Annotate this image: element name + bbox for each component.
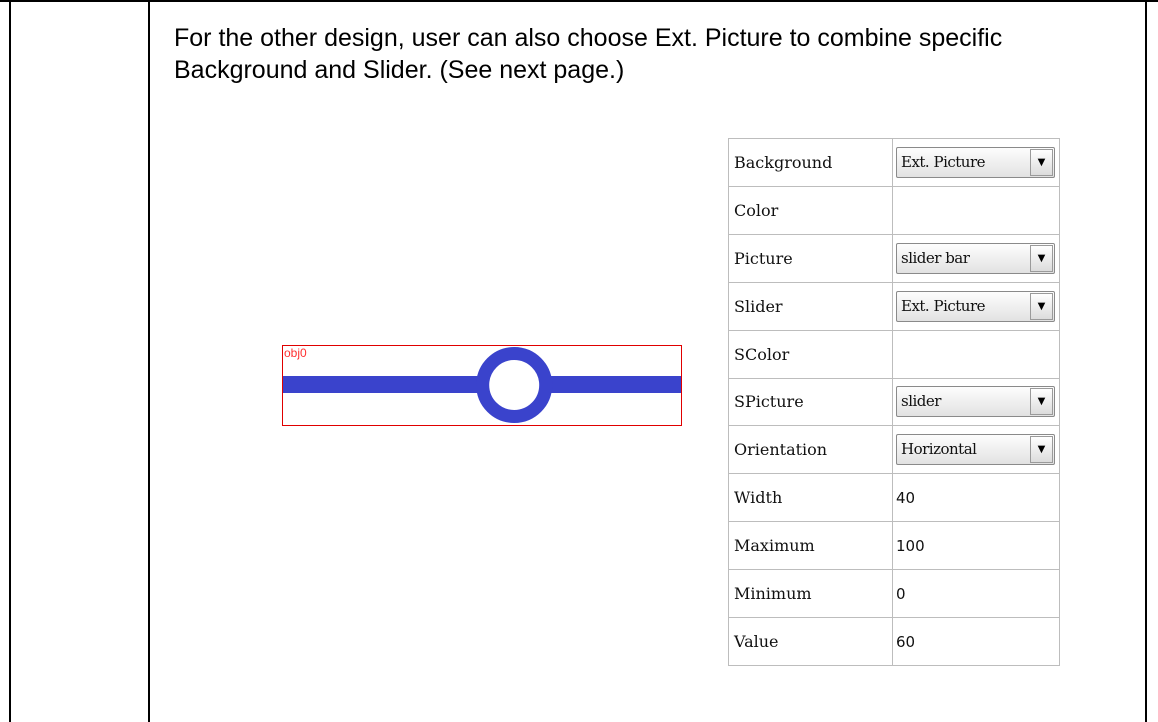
property-name: Picture	[728, 233, 893, 283]
property-name: Slider	[728, 281, 893, 331]
property-name: Minimum	[728, 569, 893, 619]
chevron-down-icon[interactable]: ▼	[1030, 148, 1053, 176]
property-dropdown[interactable]: slider bar ▼	[896, 242, 1055, 274]
property-dropdown[interactable]: Ext. Picture ▼	[896, 290, 1055, 322]
property-row: Orientation Horizontal ▼	[728, 425, 1060, 475]
property-value: 0	[896, 585, 906, 604]
property-value-cell: slider bar ▼	[892, 233, 1060, 283]
property-value-cell: slider ▼	[892, 377, 1060, 427]
slider-graphic	[283, 347, 681, 423]
description-text: For the other design, user can also choo…	[174, 24, 1003, 84]
property-value-cell: Horizontal ▼	[892, 425, 1060, 475]
property-value-cell: Ext. Picture ▼	[892, 138, 1060, 187]
property-dropdown[interactable]: Ext. Picture ▼	[896, 146, 1055, 178]
dropdown-value: Ext. Picture	[901, 296, 986, 315]
slider-preview[interactable]: obj0	[282, 345, 682, 426]
chevron-down-icon[interactable]: ▼	[1030, 244, 1053, 272]
property-value-cell[interactable]: 40	[892, 473, 1060, 523]
property-dropdown[interactable]: slider ▼	[896, 386, 1055, 418]
property-row: Value 60	[728, 617, 1060, 666]
property-row: SColor	[728, 329, 1060, 379]
property-row: SPicture slider ▼	[728, 377, 1060, 427]
property-value-cell[interactable]	[892, 185, 1060, 235]
property-name: Value	[728, 617, 893, 666]
property-name: Orientation	[728, 425, 893, 475]
property-value-cell[interactable]: 60	[892, 617, 1060, 666]
property-name: SPicture	[728, 377, 893, 427]
frame-left-border	[9, 0, 11, 722]
slider-knob[interactable]	[476, 347, 553, 423]
property-name: Background	[728, 138, 893, 187]
property-row: Color	[728, 185, 1060, 235]
chevron-down-icon[interactable]: ▼	[1030, 436, 1053, 464]
property-name: Maximum	[728, 521, 893, 571]
property-row: Maximum 100	[728, 521, 1060, 571]
property-value-cell[interactable]: 100	[892, 521, 1060, 571]
property-name: SColor	[728, 329, 893, 379]
chevron-down-icon[interactable]: ▼	[1030, 292, 1053, 320]
frame-top-border	[0, 0, 1158, 2]
property-row: Picture slider bar ▼	[728, 233, 1060, 283]
dropdown-value: slider bar	[901, 248, 970, 267]
property-name: Color	[728, 185, 893, 235]
dropdown-value: Horizontal	[901, 440, 977, 459]
property-row: Width 40	[728, 473, 1060, 523]
property-row: Background Ext. Picture ▼	[728, 138, 1060, 187]
property-value: 100	[896, 537, 925, 556]
property-value-cell[interactable]	[892, 329, 1060, 379]
property-table: Background Ext. Picture ▼ Color Picture slide…	[728, 138, 1060, 666]
property-value: 60	[896, 633, 916, 652]
property-row: Slider Ext. Picture ▼	[728, 281, 1060, 331]
property-value-cell[interactable]: 0	[892, 569, 1060, 619]
property-name: Width	[728, 473, 893, 523]
property-value: 40	[896, 489, 916, 508]
column-divider	[148, 0, 150, 722]
chevron-down-icon[interactable]: ▼	[1030, 388, 1053, 416]
property-row: Minimum 0	[728, 569, 1060, 619]
dropdown-value: Ext. Picture	[901, 152, 986, 171]
property-dropdown[interactable]: Horizontal ▼	[896, 434, 1055, 466]
property-value-cell: Ext. Picture ▼	[892, 281, 1060, 331]
frame-right-border	[1145, 0, 1147, 722]
dropdown-value: slider	[901, 392, 941, 411]
